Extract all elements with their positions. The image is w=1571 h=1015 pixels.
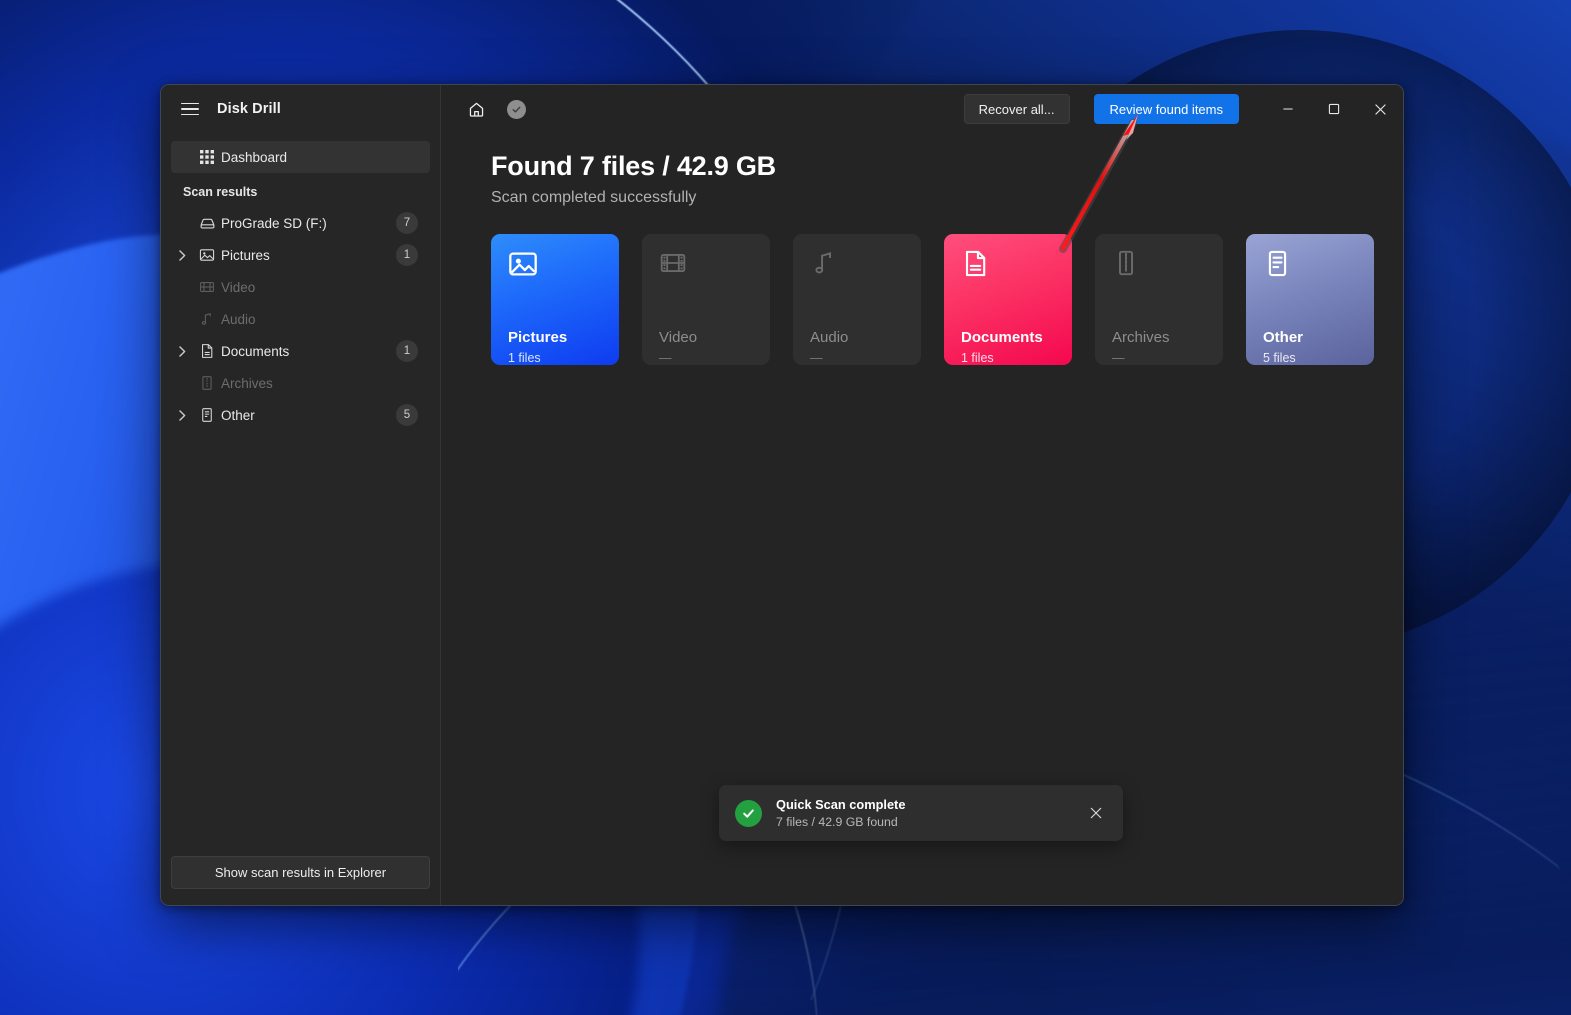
sidebar-item-other[interactable]: Other 5 xyxy=(171,399,430,431)
sidebar-item-badge: 1 xyxy=(396,244,418,266)
tile-label: Audio xyxy=(810,329,849,346)
tile-count: 1 files xyxy=(508,351,541,365)
sidebar-item-label: Audio xyxy=(221,311,256,327)
sidebar-item-archives[interactable]: Archives xyxy=(171,367,430,399)
sidebar-item-documents[interactable]: Documents 1 xyxy=(171,335,430,367)
sidebar-item-label: Dashboard xyxy=(221,149,288,165)
tile-count: — xyxy=(810,351,823,365)
disk-icon xyxy=(193,215,221,232)
archive-icon xyxy=(193,375,221,391)
document-icon xyxy=(193,343,221,359)
music-note-icon xyxy=(810,249,921,291)
tile-documents[interactable]: Documents 1 files xyxy=(944,234,1072,365)
tile-audio[interactable]: Audio — xyxy=(793,234,921,365)
toast-notification: Quick Scan complete 7 files / 42.9 GB fo… xyxy=(719,785,1123,841)
show-scan-results-in-explorer-button[interactable]: Show scan results in Explorer xyxy=(171,856,430,889)
tile-label: Pictures xyxy=(508,329,568,346)
recover-all-button[interactable]: Recover all... xyxy=(963,94,1070,124)
sidebar-section-title: Scan results xyxy=(183,185,258,199)
page-subtitle: Scan completed successfully xyxy=(491,189,697,206)
sidebar-item-label: Documents xyxy=(221,343,290,359)
tile-count: — xyxy=(1112,351,1125,365)
sidebar-item-label: ProGrade SD (F:) xyxy=(221,215,327,231)
sidebar-item-label: Video xyxy=(221,279,256,295)
film-icon xyxy=(193,279,221,295)
chevron-right-icon[interactable] xyxy=(171,409,193,421)
tile-label: Documents xyxy=(961,329,1043,346)
disk-drill-window: Disk Drill Dashboard Scan results ProGra… xyxy=(160,84,1404,906)
titlebar: Recover all... Review found items xyxy=(441,85,1403,133)
sidebar-item-prograde-sd[interactable]: ProGrade SD (F:) 7 xyxy=(171,207,430,239)
sidebar-item-badge: 7 xyxy=(396,212,418,234)
image-icon xyxy=(508,249,619,291)
toast-text: Quick Scan complete 7 files / 42.9 GB fo… xyxy=(776,797,1083,829)
home-icon[interactable] xyxy=(463,96,489,122)
sidebar-item-badge: 1 xyxy=(396,340,418,362)
tile-video[interactable]: Video — xyxy=(642,234,770,365)
sidebar-item-label: Other xyxy=(221,407,255,423)
content-area: Recover all... Review found items Found … xyxy=(441,85,1403,905)
toast-subtitle: 7 files / 42.9 GB found xyxy=(776,815,898,829)
main-body: Found 7 files / 42.9 GB Scan completed s… xyxy=(441,133,1403,365)
tile-archives[interactable]: Archives — xyxy=(1095,234,1223,365)
close-icon[interactable] xyxy=(1083,800,1109,826)
app-title: Disk Drill xyxy=(217,101,281,117)
chevron-right-icon[interactable] xyxy=(171,249,193,261)
sidebar-item-label: Pictures xyxy=(221,247,270,263)
sidebar-item-pictures[interactable]: Pictures 1 xyxy=(171,239,430,271)
sidebar-nav: Dashboard Scan results ProGrade SD (F:) … xyxy=(161,133,440,844)
category-tiles: Pictures 1 files Video — Audio — Documen… xyxy=(491,234,1403,365)
sidebar-header: Disk Drill xyxy=(161,85,440,133)
chevron-right-icon[interactable] xyxy=(171,345,193,357)
document-icon xyxy=(961,249,1072,291)
close-button[interactable] xyxy=(1357,85,1403,133)
music-note-icon xyxy=(193,311,221,327)
sidebar-footer: Show scan results in Explorer xyxy=(161,844,440,905)
scan-status-button[interactable] xyxy=(503,96,529,122)
sidebar-item-badge: 5 xyxy=(396,404,418,426)
toast-title: Quick Scan complete xyxy=(776,797,906,812)
other-file-icon xyxy=(193,407,221,423)
review-found-items-button[interactable]: Review found items xyxy=(1093,94,1239,124)
sidebar-item-video[interactable]: Video xyxy=(171,271,430,303)
sidebar-item-label: Archives xyxy=(221,375,273,391)
maximize-button[interactable] xyxy=(1311,85,1357,133)
film-icon xyxy=(659,249,770,291)
sidebar-item-audio[interactable]: Audio xyxy=(171,303,430,335)
page-title: Found 7 files / 42.9 GB xyxy=(491,151,776,181)
tile-pictures[interactable]: Pictures 1 files xyxy=(491,234,619,365)
other-file-icon xyxy=(1263,249,1374,291)
tile-count: 1 files xyxy=(961,351,994,365)
tile-label: Other xyxy=(1263,329,1304,346)
minimize-button[interactable] xyxy=(1265,85,1311,133)
image-icon xyxy=(193,247,221,263)
success-check-icon xyxy=(735,799,762,827)
sidebar: Disk Drill Dashboard Scan results ProGra… xyxy=(161,85,441,905)
tile-other[interactable]: Other 5 files xyxy=(1246,234,1374,365)
check-circle-icon xyxy=(506,99,526,119)
tile-count: — xyxy=(659,351,672,365)
tile-label: Video xyxy=(659,329,698,346)
hamburger-menu-icon[interactable] xyxy=(181,102,199,116)
archive-icon xyxy=(1112,249,1223,291)
sidebar-item-dashboard[interactable]: Dashboard xyxy=(171,141,430,173)
window-controls xyxy=(1265,85,1403,133)
grid-icon xyxy=(193,150,221,164)
tile-label: Archives xyxy=(1112,329,1170,346)
tile-count: 5 files xyxy=(1263,351,1296,365)
